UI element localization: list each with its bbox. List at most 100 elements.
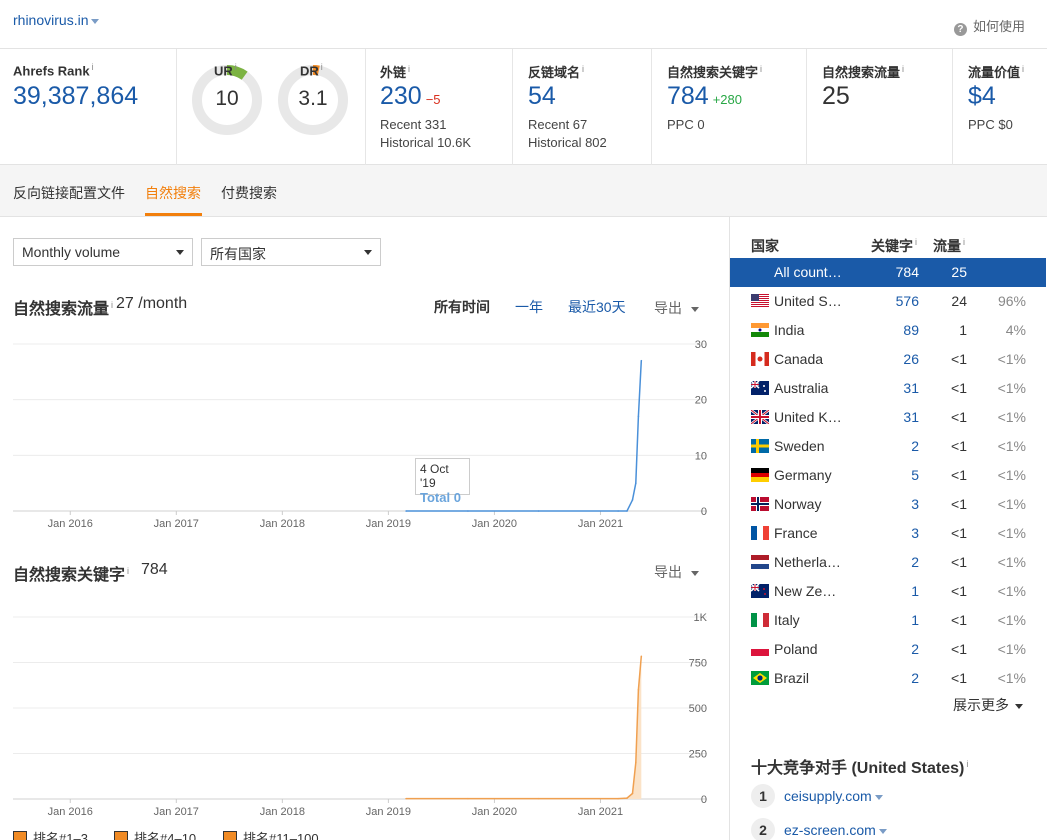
legend-rank-11-100[interactable]: 排名#11–100 (223, 828, 319, 840)
legend-rank-1-3[interactable]: 排名#1–3 (13, 828, 88, 840)
country-row[interactable]: Sweden 2 <1 <1% (730, 432, 1046, 461)
info-icon[interactable]: i (321, 62, 323, 72)
country-row[interactable]: France 3 <1 <1% (730, 519, 1046, 548)
checkbox-icon (114, 831, 128, 840)
info-icon[interactable]: i (966, 759, 968, 769)
time-all[interactable]: 所有时间 (434, 297, 490, 317)
country-keywords[interactable]: 576 (896, 293, 919, 309)
info-icon[interactable]: i (915, 237, 917, 247)
keywords-title: 自然搜索关键字 (13, 567, 126, 584)
info-icon[interactable]: i (963, 237, 965, 247)
info-icon[interactable]: i (111, 300, 113, 310)
country-row[interactable]: Poland 2 <1 <1% (730, 635, 1046, 664)
col-country[interactable]: 国家 (751, 236, 779, 256)
data-point (637, 415, 640, 418)
country-traffic-share: <1% (997, 670, 1026, 686)
time-last-30-days[interactable]: 最近30天 (568, 297, 626, 317)
info-icon[interactable]: i (235, 62, 237, 72)
metric-value[interactable]: 230 (380, 82, 422, 110)
info-icon[interactable]: i (902, 64, 904, 74)
country-row[interactable]: United S… 576 24 96% (730, 287, 1046, 316)
country-row[interactable]: All count… 784 25 (730, 258, 1046, 287)
dropdown-arrow-icon (364, 250, 372, 255)
metric-ppc: PPC $0 (968, 117, 1013, 132)
country-keywords[interactable]: 31 (903, 380, 919, 396)
country-row[interactable]: Germany 5 <1 <1% (730, 461, 1046, 490)
metric-label: 外链 (380, 65, 407, 80)
country-traffic-share: <1% (997, 641, 1026, 657)
traffic-value: 27 /month (116, 295, 188, 312)
country-keywords[interactable]: 2 (911, 554, 919, 570)
country-row[interactable]: United K… 31 <1 <1% (730, 403, 1046, 432)
country-row[interactable]: Australia 31 <1 <1% (730, 374, 1046, 403)
dr-value[interactable]: 3.1 (276, 87, 350, 111)
competitor-rank: 2 (751, 818, 775, 840)
info-icon[interactable]: i (92, 62, 94, 72)
data-point (635, 482, 637, 484)
country-traffic-share: <1% (997, 438, 1026, 454)
country-traffic: <1 (951, 496, 967, 512)
tab-paid-search[interactable]: 付费搜索 (221, 183, 277, 203)
series-line (406, 656, 643, 800)
country-keywords[interactable]: 1 (911, 583, 919, 599)
metric-value[interactable]: 784 (667, 82, 709, 110)
info-icon[interactable]: i (582, 64, 584, 74)
show-more-button[interactable]: 展示更多 (953, 695, 1023, 715)
country-row[interactable]: Canada 26 <1 <1% (730, 345, 1046, 374)
country-keywords[interactable]: 31 (903, 409, 919, 425)
country-keywords[interactable]: 89 (903, 322, 919, 338)
country-keywords[interactable]: 26 (903, 351, 919, 367)
country-row[interactable]: Italy 1 <1 <1% (730, 606, 1046, 635)
help-link[interactable]: ? 如何使用 (953, 16, 1025, 36)
country-keywords[interactable]: 5 (911, 467, 919, 483)
metric-historical[interactable]: Historical 802 (528, 135, 607, 150)
country-keywords[interactable]: 2 (911, 438, 919, 454)
country-keywords[interactable]: 1 (911, 612, 919, 628)
country-keywords[interactable]: 2 (911, 670, 919, 686)
keywords-chart[interactable]: 1K 750 500 250 0 Jan 2016 Jan 2017 Jan 2018 Jan … (0, 603, 720, 823)
metric-recent[interactable]: Recent 67 (528, 117, 587, 132)
tab-backlink-profile[interactable]: 反向链接配置文件 (13, 183, 125, 203)
competitor-link[interactable]: ez-screen.com (784, 822, 876, 838)
metric-value[interactable]: 54 (528, 82, 556, 111)
chevron-down-icon[interactable] (878, 828, 887, 834)
info-icon[interactable]: i (127, 566, 129, 576)
country-select[interactable]: 所有国家 (201, 238, 381, 266)
traffic-chart[interactable]: 30 20 10 0 Jan 2016 Jan 2017 Jan 2018 Jan 2019 J… (0, 330, 720, 532)
chevron-down-icon[interactable] (874, 794, 883, 800)
volume-select[interactable]: Monthly volume (13, 238, 193, 266)
country-traffic: <1 (951, 612, 967, 628)
export-keywords-button[interactable]: 导出 (654, 562, 699, 582)
country-traffic: <1 (951, 641, 967, 657)
country-traffic: <1 (951, 583, 967, 599)
country-row[interactable]: India 89 1 4% (730, 316, 1046, 345)
legend-rank-4-10[interactable]: 排名#4–10 (114, 828, 196, 840)
country-keywords[interactable]: 3 (911, 496, 919, 512)
country-row[interactable]: Brazil 2 <1 <1% (730, 664, 1046, 693)
metric-value[interactable]: 39,387,864 (13, 82, 138, 111)
question-icon: ? (953, 23, 967, 36)
info-icon[interactable]: i (760, 64, 762, 74)
competitor-link[interactable]: ceisupply.com (784, 788, 872, 804)
dropdown-arrow-icon (176, 250, 184, 255)
info-icon[interactable]: i (408, 64, 410, 74)
country-name: Poland (774, 641, 818, 657)
country-row[interactable]: Netherla… 2 <1 <1% (730, 548, 1046, 577)
country-keywords[interactable]: 2 (911, 641, 919, 657)
ur-value[interactable]: 10 (190, 87, 264, 111)
competitor-item: 1 ceisupply.com (751, 784, 883, 808)
metric-ref-domains: 反链域名 i 54 Recent 67 Historical 802 (513, 49, 652, 165)
country-row[interactable]: New Ze… 1 <1 <1% (730, 577, 1046, 606)
country-row[interactable]: Norway 3 <1 <1% (730, 490, 1046, 519)
info-icon[interactable]: i (1022, 64, 1024, 74)
country-keywords[interactable]: 784 (896, 264, 919, 280)
tab-organic-search[interactable]: 自然搜索 (145, 183, 201, 203)
export-traffic-button[interactable]: 导出 (654, 298, 699, 318)
competitor-item: 2 ez-screen.com (751, 818, 887, 840)
series-area (406, 656, 642, 799)
domain-selector[interactable]: rhinovirus.in (13, 12, 100, 28)
metric-recent[interactable]: Recent 331 (380, 117, 447, 132)
metric-historical[interactable]: Historical 10.6K (380, 135, 471, 150)
time-one-year[interactable]: 一年 (515, 297, 543, 317)
country-keywords[interactable]: 3 (911, 525, 919, 541)
